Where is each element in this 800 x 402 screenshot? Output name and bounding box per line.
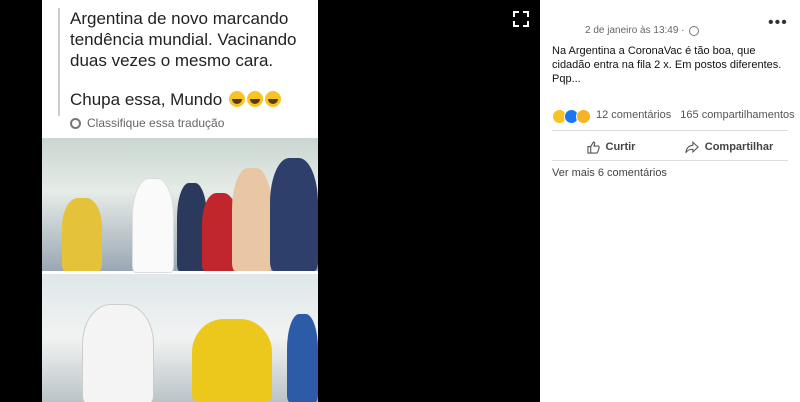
divider	[552, 130, 788, 131]
meme-punchline: Chupa essa, Mundo	[70, 90, 281, 110]
share-button[interactable]: Compartilhar	[670, 134, 788, 160]
view-more-comments-link[interactable]: Ver mais 6 comentários	[552, 167, 667, 179]
rate-translation[interactable]: Classifique essa tradução	[70, 116, 224, 130]
person-figure	[287, 314, 318, 402]
meme-text: Argentina de novo marcando tendência mun…	[70, 9, 297, 70]
expand-icon[interactable]	[512, 10, 530, 28]
shares-count[interactable]: 165 compartilhamentos	[680, 109, 794, 121]
vaccination-photo-top	[42, 138, 318, 273]
post-actions: Curtir Compartilhar	[552, 134, 788, 160]
more-options-icon[interactable]: •••	[768, 14, 788, 32]
laughing-emoji-icon	[228, 91, 245, 107]
person-figure	[132, 178, 174, 273]
laughing-emoji-icon	[264, 91, 281, 107]
person-figure	[232, 168, 272, 271]
person-figure	[192, 319, 272, 402]
wow-reaction-icon	[576, 109, 591, 124]
like-label: Curtir	[605, 141, 636, 153]
laughing-emoji-icon	[246, 91, 263, 107]
share-label: Compartilhar	[704, 141, 774, 153]
post-caption: Na Argentina a CoronaVac é tão boa, que …	[552, 45, 782, 85]
person-figure	[270, 158, 318, 271]
share-arrow-icon	[685, 140, 699, 154]
rate-translation-label: Classifique essa tradução	[87, 116, 225, 130]
meme-punchline-text: Chupa essa, Mundo	[70, 90, 223, 109]
post-photo[interactable]: Argentina de novo marcando tendência mun…	[42, 0, 318, 402]
comments-count[interactable]: 12 comentários	[596, 109, 671, 121]
post-details: 2 de janeiro às 13:49 · ••• Na Argentina…	[540, 0, 800, 402]
like-button[interactable]: Curtir	[552, 134, 670, 160]
engagement-counts: 12 comentários 165 compartilhamentos	[596, 109, 800, 121]
reaction-icons[interactable]	[552, 109, 591, 124]
photo-viewer: Argentina de novo marcando tendência mun…	[0, 0, 540, 402]
person-figure	[82, 304, 154, 402]
gear-icon	[70, 117, 81, 129]
quote-bar	[58, 8, 60, 116]
post-meta: 2 de janeiro às 13:49 ·	[585, 25, 699, 36]
divider	[552, 160, 788, 161]
post-timestamp[interactable]: 2 de janeiro às 13:49 ·	[585, 25, 685, 36]
thumbs-up-icon	[586, 140, 600, 154]
person-figure	[62, 198, 102, 271]
vaccination-photo-bottom	[42, 274, 318, 402]
globe-icon	[688, 25, 699, 36]
